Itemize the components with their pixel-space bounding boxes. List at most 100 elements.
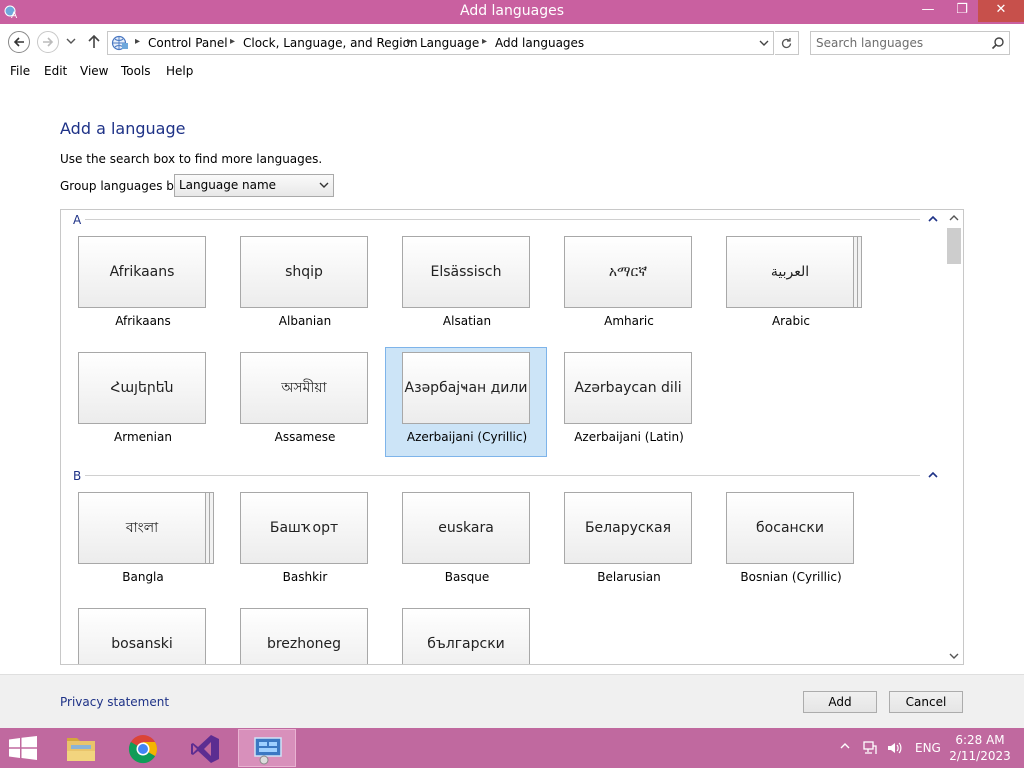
- minimize-button[interactable]: —: [914, 0, 942, 20]
- group-by-select[interactable]: Language name: [174, 174, 334, 197]
- clock-date: 2/11/2023: [949, 749, 1011, 763]
- language-native-name: বাংলা: [78, 492, 206, 564]
- restore-button[interactable]: ❐: [948, 0, 976, 20]
- language-tile-bosnian-cyrillic[interactable]: босански Bosnian (Cyrillic): [710, 488, 872, 598]
- language-tile-arabic[interactable]: العربية Arabic: [710, 232, 872, 342]
- page-title: Add a language: [60, 119, 186, 138]
- privacy-statement-link[interactable]: Privacy statement: [60, 695, 169, 709]
- language-name: Assamese: [274, 430, 336, 444]
- menu-bar: File Edit View Tools Help: [0, 60, 1024, 82]
- refresh-button[interactable]: [775, 31, 799, 55]
- language-native-name: Elsässisch: [402, 236, 530, 308]
- language-tile-alsatian[interactable]: Elsässisch Alsatian: [386, 232, 548, 342]
- taskbar-control-panel[interactable]: [238, 729, 296, 767]
- group-header-letter[interactable]: B: [73, 469, 81, 483]
- language-tile-afrikaans[interactable]: Afrikaans Afrikaans: [62, 232, 224, 342]
- language-name: Basque: [444, 570, 490, 584]
- language-tile-armenian[interactable]: Հայերեն Armenian: [62, 348, 224, 458]
- address-toolbar: ▸ Control Panel ▸ Clock, Language, and R…: [0, 24, 1024, 60]
- language-tile-bulgarian[interactable]: български: [386, 604, 548, 664]
- language-name: Bangla: [122, 570, 164, 584]
- taskbar-chrome[interactable]: [114, 729, 172, 767]
- chevron-down-icon[interactable]: [758, 36, 770, 50]
- scroll-up-icon[interactable]: [949, 214, 959, 222]
- language-native-name: босански: [726, 492, 854, 564]
- language-tile-belarusian[interactable]: Беларуская Belarusian: [548, 488, 710, 598]
- group-header-letter[interactable]: A: [73, 213, 81, 227]
- input-language-indicator[interactable]: ENG: [915, 741, 941, 755]
- window-title: Add languages: [459, 3, 565, 19]
- windows-start-icon[interactable]: [8, 736, 38, 760]
- search-box[interactable]: [810, 31, 1010, 55]
- volume-icon[interactable]: [886, 740, 902, 756]
- system-clock[interactable]: 6:28 AM 2/11/2023: [948, 732, 1012, 764]
- language-tile-assamese[interactable]: অসমীয়া Assamese: [224, 348, 386, 458]
- language-tile-bashkir[interactable]: Башҡорт Bashkir: [224, 488, 386, 598]
- language-tile-basque[interactable]: euskara Basque: [386, 488, 548, 598]
- breadcrumb-clock-language-region[interactable]: Clock, Language, and Region: [243, 36, 418, 50]
- language-name: Bosnian (Cyrillic): [740, 570, 842, 584]
- language-tile-albanian[interactable]: shqip Albanian: [224, 232, 386, 342]
- address-bar[interactable]: ▸ Control Panel ▸ Clock, Language, and R…: [107, 31, 774, 55]
- language-native-name: bosanski: [78, 608, 206, 664]
- taskbar-file-explorer[interactable]: [52, 729, 110, 767]
- folder-icon: [67, 738, 95, 761]
- recent-locations-icon[interactable]: [66, 37, 76, 45]
- group-by-value: Language name: [179, 178, 277, 192]
- menu-help[interactable]: Help: [166, 64, 193, 78]
- chevron-down-icon: [319, 182, 329, 188]
- language-name: Armenian: [114, 430, 172, 444]
- variant-stack: [206, 492, 210, 564]
- show-hidden-icons-icon[interactable]: [840, 742, 850, 750]
- network-icon[interactable]: [862, 740, 878, 756]
- breadcrumb-add-languages[interactable]: Add languages: [495, 36, 584, 50]
- menu-edit[interactable]: Edit: [44, 64, 67, 78]
- menu-tools[interactable]: Tools: [121, 64, 151, 78]
- language-name: Afrikaans: [115, 314, 171, 328]
- hint-text: Use the search box to find more language…: [60, 152, 323, 166]
- search-icon[interactable]: [991, 36, 1005, 50]
- variant-stack: [210, 492, 214, 564]
- vertical-scrollbar[interactable]: [945, 210, 963, 664]
- collapse-group-icon[interactable]: [928, 471, 938, 479]
- breadcrumb-separator[interactable]: ▸: [482, 36, 487, 47]
- language-tile-amharic[interactable]: አማርኛ Amharic: [548, 232, 710, 342]
- refresh-icon: [781, 38, 792, 49]
- language-tile-bangla[interactable]: বাংলা Bangla: [62, 488, 224, 598]
- menu-file[interactable]: File: [10, 64, 30, 78]
- language-native-name: অসমীয়া: [240, 352, 368, 424]
- back-button[interactable]: [8, 31, 30, 53]
- menu-view[interactable]: View: [80, 64, 108, 78]
- close-button[interactable]: ✕: [978, 0, 1024, 22]
- up-arrow-icon[interactable]: [87, 33, 101, 49]
- scroll-down-icon[interactable]: [949, 652, 959, 660]
- breadcrumb-separator[interactable]: ▸: [135, 36, 140, 47]
- breadcrumb-separator[interactable]: ▸: [407, 36, 412, 47]
- language-native-name: Азәрбајҹан дили: [402, 352, 530, 424]
- language-native-name: العربية: [726, 236, 854, 308]
- breadcrumb-control-panel[interactable]: Control Panel: [148, 36, 228, 50]
- breadcrumb-language[interactable]: Language: [420, 36, 479, 50]
- language-name: Bashkir: [282, 570, 328, 584]
- visual-studio-icon: [191, 735, 219, 763]
- scrollbar-thumb[interactable]: [947, 228, 961, 264]
- language-native-name: Հայերեն: [78, 352, 206, 424]
- add-button[interactable]: Add: [803, 691, 877, 713]
- collapse-group-icon[interactable]: [928, 215, 938, 223]
- language-name: Arabic: [771, 314, 811, 328]
- group-divider: [85, 475, 920, 476]
- taskbar-visual-studio[interactable]: [176, 729, 234, 767]
- language-native-name: Afrikaans: [78, 236, 206, 308]
- language-native-name: български: [402, 608, 530, 664]
- search-input[interactable]: [811, 32, 986, 54]
- breadcrumb-separator[interactable]: ▸: [230, 36, 235, 47]
- language-tile-azerbaijani-cyrillic[interactable]: Азәрбајҹан дили Azerbaijani (Cyrillic): [385, 347, 547, 457]
- cancel-button[interactable]: Cancel: [889, 691, 963, 713]
- language-tile-breton[interactable]: brezhoneg: [224, 604, 386, 664]
- language-name: Belarusian: [597, 570, 661, 584]
- forward-button[interactable]: [37, 31, 59, 53]
- language-tile-azerbaijani-latin[interactable]: Azərbaycan dili Azerbaijani (Latin): [548, 348, 710, 458]
- language-tile-bosnian-latin[interactable]: bosanski: [62, 604, 224, 664]
- language-native-name: አማርኛ: [564, 236, 692, 308]
- language-name: Alsatian: [442, 314, 492, 328]
